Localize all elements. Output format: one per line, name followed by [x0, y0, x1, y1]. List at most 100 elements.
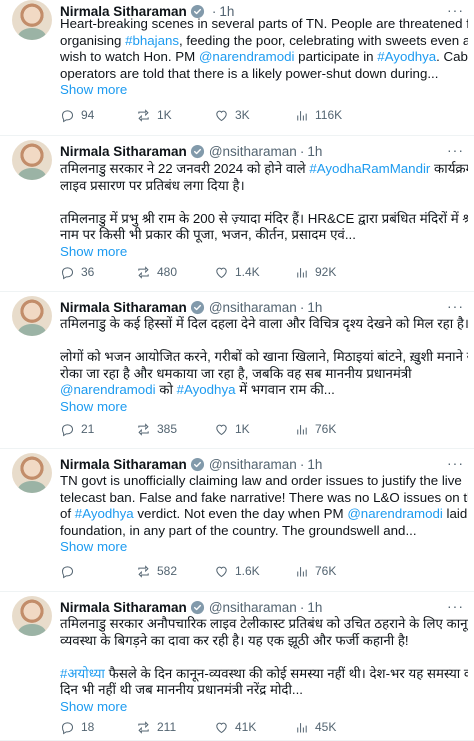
repost-icon — [138, 265, 149, 279]
text-segment: में भगवान राम की... — [235, 382, 335, 397]
avatar[interactable] — [12, 453, 52, 493]
tweet[interactable]: Nirmala Sitharaman @nsitharaman · 1h ···… — [0, 449, 474, 595]
reply-button[interactable]: 21 — [60, 422, 136, 437]
text-segment: तमिलनाडु सरकार अनौपचारिक लाइव टेलीकास्ट … — [60, 616, 468, 631]
repost-button[interactable]: 582 — [136, 564, 214, 579]
like-button[interactable]: 1.4K — [214, 265, 294, 280]
heart-icon — [216, 424, 227, 435]
repost-count: 1K — [157, 108, 172, 122]
mention-link[interactable]: @narendramodi — [199, 49, 295, 64]
avatar[interactable] — [12, 140, 52, 180]
more-options-icon[interactable]: ··· — [447, 142, 464, 158]
views-button[interactable]: 76K — [294, 422, 386, 437]
author-handle[interactable]: @nsitharaman — [209, 300, 297, 315]
tweet-text-line: wish to watch Hon. PM @narendramodi part… — [60, 49, 468, 66]
tweet-text-line: नाम पर किसी भी प्रकार की पूजा, भजन, कीर्… — [60, 227, 468, 244]
like-button[interactable]: 3K — [214, 108, 294, 123]
avatar[interactable] — [12, 0, 52, 40]
more-options-icon[interactable]: ··· — [447, 598, 464, 614]
reply-icon — [61, 721, 74, 734]
author-name[interactable]: Nirmala Sitharaman — [60, 600, 187, 615]
hashtag-link[interactable]: #Ayodhya — [75, 506, 134, 521]
mention-link[interactable]: @narendramodi — [347, 506, 443, 521]
timestamp[interactable]: 1h — [307, 300, 322, 315]
tweet-text-line: लोगों को भजन आयोजित करने, गरीबों को खाना… — [60, 349, 468, 366]
tweet-text-line: लाइव प्रसारण पर प्रतिबंध लगा दिया है। — [60, 178, 468, 195]
timestamp[interactable]: 1h — [307, 144, 322, 159]
tweet-text-line: तमिलनाडु में प्रभु श्री राम के 200 से ज़… — [60, 211, 468, 228]
tweet-body: तमिलनाडु सरकार ने 22 जनवरी 2024 को होने … — [60, 161, 468, 260]
hashtag-link[interactable]: #AyodhaRamMandir — [309, 161, 430, 176]
like-button[interactable]: 1K — [214, 422, 294, 437]
view-count: 76K — [315, 422, 337, 436]
tweet[interactable]: Nirmala Sitharaman · 1h ··· Heart-breaki… — [0, 0, 474, 139]
repost-button[interactable]: 385 — [136, 422, 214, 437]
views-button[interactable]: 76K — [294, 564, 386, 579]
reply-button[interactable]: 94 — [60, 108, 136, 123]
tweet-text-line: TN govt is unofficially claiming law and… — [60, 473, 468, 490]
repost-button[interactable]: 480 — [136, 265, 214, 280]
more-options-icon[interactable]: ··· — [447, 455, 464, 471]
like-button[interactable]: 41K — [214, 720, 294, 735]
reply-icon — [61, 423, 74, 436]
repost-button[interactable]: 1K — [136, 108, 214, 123]
reply-button[interactable]: 36 — [60, 265, 136, 280]
show-more-link[interactable]: Show more — [60, 82, 127, 97]
tweet[interactable]: Nirmala Sitharaman @nsitharaman · 1h ···… — [0, 136, 474, 296]
tweet-actions: 36 480 1.4K 92K — [60, 263, 474, 296]
views-button[interactable]: 116K — [294, 108, 386, 123]
tweet-actions: 21 385 1K 76K — [60, 420, 474, 453]
author-name[interactable]: Nirmala Sitharaman — [60, 144, 187, 159]
heart-icon — [216, 722, 227, 733]
views-button[interactable]: 45K — [294, 720, 386, 735]
hashtag-link[interactable]: #अयोध्या — [60, 666, 105, 681]
repost-icon — [138, 108, 149, 122]
hashtag-link[interactable]: #bhajans — [125, 33, 179, 48]
more-options-icon[interactable]: ··· — [447, 298, 464, 314]
reply-button[interactable] — [60, 564, 136, 579]
tweet-text-line: foundation, in any part of the country. … — [60, 523, 468, 540]
heart-icon — [216, 267, 227, 278]
text-segment: लाइव प्रसारण पर प्रतिबंध लगा दिया है। — [60, 177, 245, 193]
text-segment: Heart-breaking scenes in several parts o… — [60, 16, 468, 31]
reply-count: 94 — [81, 108, 95, 122]
author-name[interactable]: Nirmala Sitharaman — [60, 457, 187, 472]
tweet-actions: 18 211 41K 45K — [60, 718, 472, 741]
text-segment: laid the — [446, 506, 468, 521]
author-handle[interactable]: @nsitharaman — [209, 144, 297, 159]
tweet-text-line: दिन भी नहीं थी जब माननीय प्रधानमंत्री नर… — [60, 682, 468, 699]
tweet-text-line: Heart-breaking scenes in several parts o… — [60, 16, 468, 33]
hashtag-link[interactable]: #Ayodhya — [177, 382, 236, 397]
mention-link[interactable]: @narendramodi — [60, 382, 156, 397]
author-name[interactable]: Nirmala Sitharaman — [60, 300, 187, 315]
hashtag-link[interactable]: #Ayodhya — [377, 49, 436, 64]
views-button[interactable]: 92K — [294, 265, 386, 280]
avatar[interactable] — [12, 596, 52, 636]
views-icon — [297, 566, 307, 576]
show-more-link[interactable]: Show more — [60, 539, 127, 554]
show-more-link[interactable]: Show more — [60, 244, 127, 259]
tweet-body: तमिलनाडु के कई हिस्सों में दिल दहला देने… — [60, 316, 468, 415]
text-segment: फैसले के दिन कानून-व्यवस्था की कोई समस्य… — [104, 665, 468, 681]
text-segment: तमिलनाडु में प्रभु श्री राम के 200 से ज़… — [60, 210, 468, 226]
tweet[interactable]: Nirmala Sitharaman @nsitharaman · 1h ···… — [0, 592, 474, 741]
timestamp[interactable]: 1h — [307, 457, 322, 472]
like-button[interactable]: 1.6K — [214, 564, 294, 579]
author-handle[interactable]: @nsitharaman — [209, 600, 297, 615]
timestamp[interactable]: 1h — [307, 600, 322, 615]
tweet-body: TN govt is unofficially claiming law and… — [60, 473, 468, 556]
author-handle[interactable]: @nsitharaman — [209, 457, 297, 472]
text-segment: को — [155, 382, 177, 397]
reply-button[interactable]: 18 — [60, 720, 136, 735]
text-segment: कार्यक्रमों के — [434, 161, 468, 176]
show-more-link[interactable]: Show more — [60, 699, 127, 714]
view-count: 92K — [315, 265, 337, 279]
avatar[interactable] — [12, 296, 52, 336]
repost-button[interactable]: 211 — [136, 720, 214, 735]
tweet-body: Heart-breaking scenes in several parts o… — [60, 16, 468, 99]
tweet-text-line: of #Ayodhya verdict. Not even the day wh… — [60, 506, 468, 523]
view-count: 116K — [315, 108, 343, 122]
tweet[interactable]: Nirmala Sitharaman @nsitharaman · 1h ···… — [0, 292, 474, 453]
show-more-link[interactable]: Show more — [60, 399, 127, 414]
